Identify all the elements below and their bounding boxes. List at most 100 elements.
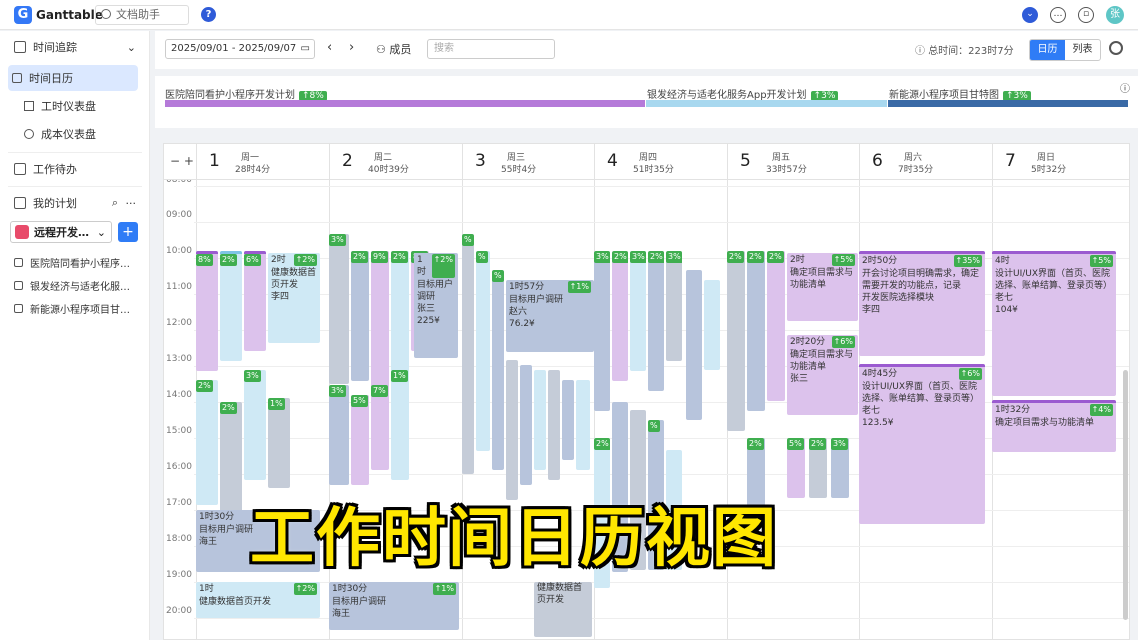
time-entry-e5[interactable]: 2时50分 ↑35% 开会讨论项目明确需求，确定需要开发的功能点，记录 开发医院选… (859, 251, 985, 356)
more-icon[interactable]: ··· (126, 197, 137, 210)
time-entry-e8[interactable]: 4时45分 ↑6% 设计UI/UX界面（首页、医院选择、账单结算、登录页等） 老七… (859, 364, 985, 524)
sidebar-item-cost-dashboard[interactable]: 成本仪表盘 (0, 121, 150, 147)
sidebar-item-time-tracking[interactable]: 时间追踪 ⌄ (0, 34, 150, 60)
time-entry[interactable] (686, 270, 702, 420)
view-calendar-button[interactable]: 日历 (1030, 40, 1065, 60)
time-entry[interactable]: 9% (371, 251, 389, 401)
top-bar: G Ganttable 文档助手 ? ⌄ … ▫ 张 (0, 0, 1138, 30)
sidebar-project-2[interactable]: 新能源小程序项目甘… (0, 295, 150, 321)
progress-label-0[interactable]: 医院陪同看护小程序开发计划 ↑8% (165, 86, 327, 101)
doc-assistant-search[interactable]: 文档助手 (95, 5, 189, 25)
time-entry[interactable]: 3% (329, 385, 349, 485)
help-icon[interactable]: ⓘ (1120, 80, 1130, 95)
app-logo[interactable]: G Ganttable (14, 6, 103, 24)
time-entry-e4[interactable]: 2时 ↑5% 确定项目需求与功能清单 (787, 253, 858, 321)
add-project-button[interactable]: + (118, 222, 138, 242)
time-entry[interactable]: 3% (630, 251, 646, 371)
time-entry[interactable]: 5% (351, 395, 369, 485)
time-entry[interactable]: 3% (831, 438, 849, 498)
time-entry[interactable]: % (476, 251, 490, 451)
overlay-caption: 工作时间日历视图 (250, 502, 778, 576)
time-entry[interactable]: 7% (371, 385, 389, 470)
time-entry-e1[interactable]: 2时 ↑2% 健康数据首页开发 李四 (268, 253, 320, 343)
help-icon[interactable]: ⓘ (915, 46, 925, 57)
time-entry[interactable]: 2% (220, 402, 242, 512)
view-list-button[interactable]: 列表 (1065, 40, 1100, 60)
time-entry[interactable]: 2% (612, 251, 628, 381)
time-entry[interactable]: 2% (220, 251, 242, 361)
day-number: 3 (475, 151, 486, 171)
time-entry[interactable] (534, 370, 546, 470)
notification-icon[interactable]: ⌄ (1022, 7, 1038, 23)
prev-week-icon[interactable]: ‹ (327, 40, 332, 55)
chat-icon[interactable]: … (1050, 7, 1066, 23)
day-header-5[interactable]: 5 周五 33时57分 (727, 144, 859, 180)
day-total: 33时57分 (766, 165, 807, 175)
project-select[interactable]: 远程开发… ⌄ (10, 221, 112, 243)
sidebar-item-todo[interactable]: 工作待办 (0, 156, 150, 182)
time-entry[interactable] (506, 360, 518, 500)
calendar-icon[interactable]: ▫ (1078, 7, 1094, 23)
time-entry[interactable]: 3% (666, 251, 682, 361)
time-entry[interactable]: 5% (787, 438, 805, 498)
next-week-icon[interactable]: › (349, 40, 354, 55)
day-header-3[interactable]: 3 周三 55时4分 (462, 144, 594, 180)
time-entry[interactable] (520, 365, 532, 485)
hour-label: 19:00 (166, 570, 192, 580)
time-entry[interactable]: 2% (767, 251, 785, 401)
avatar[interactable]: 张 (1106, 6, 1124, 24)
time-entry[interactable]: % (462, 234, 474, 474)
time-entry-e9[interactable]: 1时32分 ↑4% 确定项目需求与功能清单 (992, 400, 1116, 452)
search-icon[interactable]: ⌕ (112, 196, 118, 210)
time-entry[interactable]: 2% (727, 251, 745, 431)
help-icon[interactable]: ? (201, 7, 216, 22)
time-entry[interactable] (576, 380, 590, 470)
day-header-6[interactable]: 6 周六 7时35分 (859, 144, 992, 180)
time-entry[interactable]: 2% (196, 380, 218, 505)
time-entry-e12[interactable]: 1时30分 ↑1% 目标用户调研 海王 (329, 582, 459, 630)
time-entry[interactable]: 2% (809, 438, 827, 498)
time-entry[interactable] (548, 370, 560, 480)
time-entry[interactable]: % (492, 270, 504, 470)
time-entry[interactable] (562, 380, 574, 460)
time-entry[interactable]: 1% (391, 370, 409, 480)
progress-label-2[interactable]: 新能源小程序项目甘特图 ↑3% (889, 86, 1031, 101)
time-entry[interactable]: 1% (268, 398, 290, 488)
date-range-picker[interactable]: 2025/09/01 - 2025/09/07 ▭ (165, 39, 315, 59)
day-header-2[interactable]: 2 周二 40时39分 (329, 144, 462, 180)
hour-label: 16:00 (166, 462, 192, 472)
time-entry[interactable]: 3% (594, 251, 610, 411)
zoom-controls[interactable]: − + (170, 154, 194, 168)
time-entry[interactable] (704, 280, 720, 370)
day-header-1[interactable]: 1 周一 28时4分 (196, 144, 329, 180)
time-entry[interactable]: 2% (648, 251, 664, 391)
gear-icon[interactable] (1109, 41, 1123, 55)
day-header-4[interactable]: 4 周四 51时35分 (594, 144, 727, 180)
time-entry[interactable]: 3% (244, 370, 266, 480)
time-entry[interactable]: 2% (351, 251, 369, 381)
time-entry[interactable]: 8% (196, 251, 218, 371)
time-entry-e11[interactable]: 1时 ↑2% 健康数据首页开发 (196, 582, 320, 618)
time-entry[interactable]: 2% (747, 251, 765, 411)
sidebar-item-my-plans[interactable]: 我的计划 ⌕ ··· (0, 190, 150, 216)
entry-duration: 1时30分 (332, 584, 368, 594)
member-filter[interactable]: ⚇ 成员 (376, 41, 411, 57)
time-entry-e2[interactable]: 1时 ↑2% 目标用户调研 张三 225¥ (414, 253, 458, 358)
sidebar-item-hours-dashboard[interactable]: 工时仪表盘 (0, 93, 150, 119)
time-entry[interactable]: 6% (244, 251, 266, 351)
time-entry-e13[interactable]: 健康数据首页开发 (534, 582, 592, 637)
project-label: 医院陪同看护小程序… (30, 258, 130, 270)
search-input[interactable]: 搜索 (427, 39, 555, 59)
scrollbar[interactable] (1123, 370, 1128, 620)
time-entry-e7[interactable]: 2时20分 ↑6% 确定项目需求与功能清单 张三 (787, 335, 858, 415)
hour-line (194, 222, 1129, 223)
time-entry-e3[interactable]: 1时57分 ↑1% 目标用户调研 赵六 76.2¥ (506, 280, 594, 352)
member-label: 成员 (389, 43, 412, 56)
sidebar-item-time-calendar[interactable]: 时间日历 (8, 65, 138, 91)
progress-label-1[interactable]: 银发经济与适老化服务App开发计划 ↑3% (647, 86, 839, 101)
day-total: 7时35分 (898, 165, 934, 175)
time-entry[interactable]: 3% (329, 234, 349, 384)
day-header-7[interactable]: 7 周日 5时32分 (992, 144, 1129, 180)
time-entry-e6[interactable]: 4时 ↑5% 设计UI/UX界面（首页、医院选择、账单结算、登录页等） 老七 10… (992, 251, 1116, 396)
entry-user: 张三 (790, 374, 809, 384)
